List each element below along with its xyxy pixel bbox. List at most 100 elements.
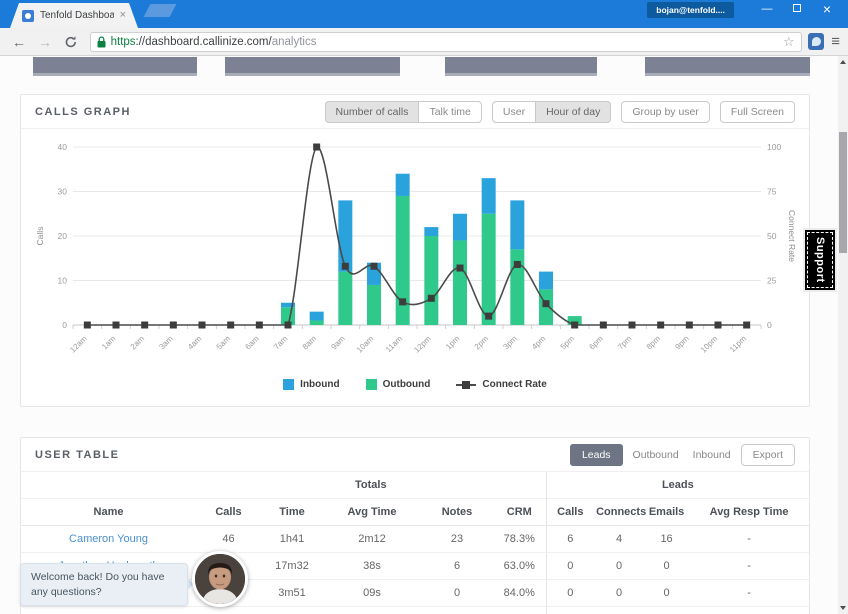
column-header: Emails bbox=[644, 499, 689, 526]
table-cell: Kendrick Gardner bbox=[21, 607, 196, 614]
number-of-calls-button[interactable]: Number of calls bbox=[325, 101, 419, 123]
forward-icon[interactable]: → bbox=[38, 35, 52, 49]
tab-close-icon[interactable]: × bbox=[120, 10, 126, 21]
table-cell: 17m32 bbox=[261, 553, 323, 580]
svg-text:3am: 3am bbox=[157, 334, 175, 352]
table-cell: - bbox=[689, 553, 809, 580]
menu-icon[interactable]: ≡ bbox=[831, 33, 840, 50]
table-cell: 24 bbox=[196, 607, 261, 614]
back-icon[interactable]: ← bbox=[12, 35, 26, 49]
column-header: Avg Resp Time bbox=[689, 499, 809, 526]
table-cell: 16 bbox=[644, 526, 689, 553]
svg-text:Calls: Calls bbox=[35, 227, 45, 246]
minimize-button[interactable]: — bbox=[752, 0, 782, 23]
outbound-bar bbox=[482, 214, 496, 325]
table-cell: 2h56 bbox=[261, 607, 323, 614]
connect-rate-marker bbox=[428, 295, 435, 302]
chat-bubble[interactable]: Welcome back! Do you have any questions? bbox=[20, 563, 188, 606]
inbound-bar bbox=[310, 312, 324, 321]
truncated-card bbox=[225, 57, 400, 76]
export-button[interactable]: Export bbox=[741, 444, 795, 466]
lock-icon bbox=[97, 36, 106, 48]
outbound-bar bbox=[310, 321, 324, 325]
connect-rate-marker bbox=[342, 263, 349, 270]
table-cell: 62.5% bbox=[493, 607, 546, 614]
user-table-title: USER TABLE bbox=[35, 449, 570, 461]
group-by-user-button[interactable]: Group by user bbox=[621, 101, 710, 123]
table-cell: 2m12 bbox=[323, 526, 421, 553]
page-content: CALLS GRAPH Number of calls Talk time Us… bbox=[0, 56, 848, 614]
url-scheme: https bbox=[111, 36, 136, 48]
table-cell: 46 bbox=[196, 526, 261, 553]
column-header: Notes bbox=[421, 499, 493, 526]
connect-rate-marker bbox=[571, 322, 578, 329]
svg-text:4pm: 4pm bbox=[530, 334, 548, 352]
inbound-bar bbox=[424, 227, 438, 236]
talk-time-button[interactable]: Talk time bbox=[418, 101, 481, 123]
scrollbar-down-icon[interactable] bbox=[838, 602, 848, 614]
svg-text:1am: 1am bbox=[100, 334, 118, 352]
user-table-header: USER TABLE Leads Outbound Inbound Export bbox=[21, 438, 809, 472]
svg-text:Connect Rate: Connect Rate bbox=[787, 210, 797, 262]
hour-of-day-button[interactable]: Hour of day bbox=[535, 101, 611, 123]
column-header: Time bbox=[261, 499, 323, 526]
leads-filter-button[interactable]: Leads bbox=[570, 444, 623, 466]
user-button[interactable]: User bbox=[492, 101, 535, 123]
svg-text:25: 25 bbox=[767, 276, 777, 286]
support-tab[interactable]: Support bbox=[803, 228, 837, 292]
bookmark-star-icon[interactable]: ☆ bbox=[783, 34, 795, 50]
table-cell: Cameron Young bbox=[21, 526, 196, 553]
legend-connect-rate: Connect Rate bbox=[456, 379, 546, 390]
table-cell: 38s bbox=[323, 553, 421, 580]
svg-text:8am: 8am bbox=[301, 334, 319, 352]
svg-text:11am: 11am bbox=[384, 334, 404, 354]
close-button[interactable]: × bbox=[812, 0, 842, 23]
inbound-filter-button[interactable]: Inbound bbox=[689, 445, 735, 465]
svg-text:0: 0 bbox=[62, 320, 67, 330]
calls-chart[interactable]: 010203040025507510012am1am2am3am4am5am6a… bbox=[31, 137, 801, 377]
outbound-swatch-icon bbox=[366, 379, 377, 390]
user-link[interactable]: Cameron Young bbox=[69, 533, 148, 545]
table-cell: 7m21 bbox=[323, 607, 421, 614]
inbound-bar bbox=[482, 178, 496, 214]
avatar[interactable] bbox=[192, 551, 248, 607]
new-tab-button[interactable] bbox=[144, 4, 177, 17]
table-cell: 84.0% bbox=[493, 580, 546, 607]
full-screen-button[interactable]: Full Screen bbox=[720, 101, 795, 123]
table-group-header: Totals Leads bbox=[21, 472, 809, 499]
scrollbar-thumb[interactable] bbox=[839, 132, 847, 253]
outbound-bar bbox=[539, 289, 553, 325]
address-bar[interactable]: https://dashboard.callinize.com/analytic… bbox=[90, 32, 802, 52]
svg-text:10pm: 10pm bbox=[699, 334, 720, 355]
table-cell: 78.3% bbox=[493, 526, 546, 553]
browser-tab[interactable]: Tenfold Dashboard × bbox=[10, 3, 138, 28]
table-cell: 0 bbox=[644, 580, 689, 607]
scrollbar[interactable] bbox=[838, 56, 848, 614]
connect-rate-marker bbox=[543, 300, 550, 307]
browser-toolbar: ← → https://dashboard.callinize.com/anal… bbox=[0, 28, 848, 56]
refresh-icon[interactable] bbox=[64, 35, 78, 49]
outbound-bar bbox=[338, 272, 352, 325]
outbound-bar bbox=[367, 285, 381, 325]
connect-rate-marker bbox=[170, 322, 177, 329]
calls-graph-header: CALLS GRAPH Number of calls Talk time Us… bbox=[21, 95, 809, 129]
svg-text:12am: 12am bbox=[68, 334, 89, 355]
table-cell: - bbox=[689, 607, 809, 614]
support-label: Support bbox=[814, 237, 826, 283]
svg-text:10am: 10am bbox=[355, 334, 376, 355]
connect-rate-marker bbox=[657, 322, 664, 329]
connect-rate-marker bbox=[743, 322, 750, 329]
table-cell: 6 bbox=[546, 526, 594, 553]
table-column-headers: NameCallsTimeAvg TimeNotesCRMCallsConnec… bbox=[21, 499, 809, 526]
scrollbar-up-icon[interactable] bbox=[838, 56, 848, 68]
user-badge[interactable]: bojan@tenfold.... bbox=[647, 2, 734, 18]
inbound-swatch-icon bbox=[283, 379, 294, 390]
legend-outbound: Outbound bbox=[366, 379, 431, 390]
outbound-filter-button[interactable]: Outbound bbox=[629, 445, 683, 465]
outbound-bar bbox=[424, 236, 438, 325]
inbound-bar bbox=[338, 200, 352, 271]
extension-icon[interactable] bbox=[808, 33, 825, 50]
outbound-bar bbox=[453, 240, 467, 325]
maximize-button[interactable] bbox=[782, 0, 812, 23]
svg-text:11pm: 11pm bbox=[728, 334, 748, 354]
